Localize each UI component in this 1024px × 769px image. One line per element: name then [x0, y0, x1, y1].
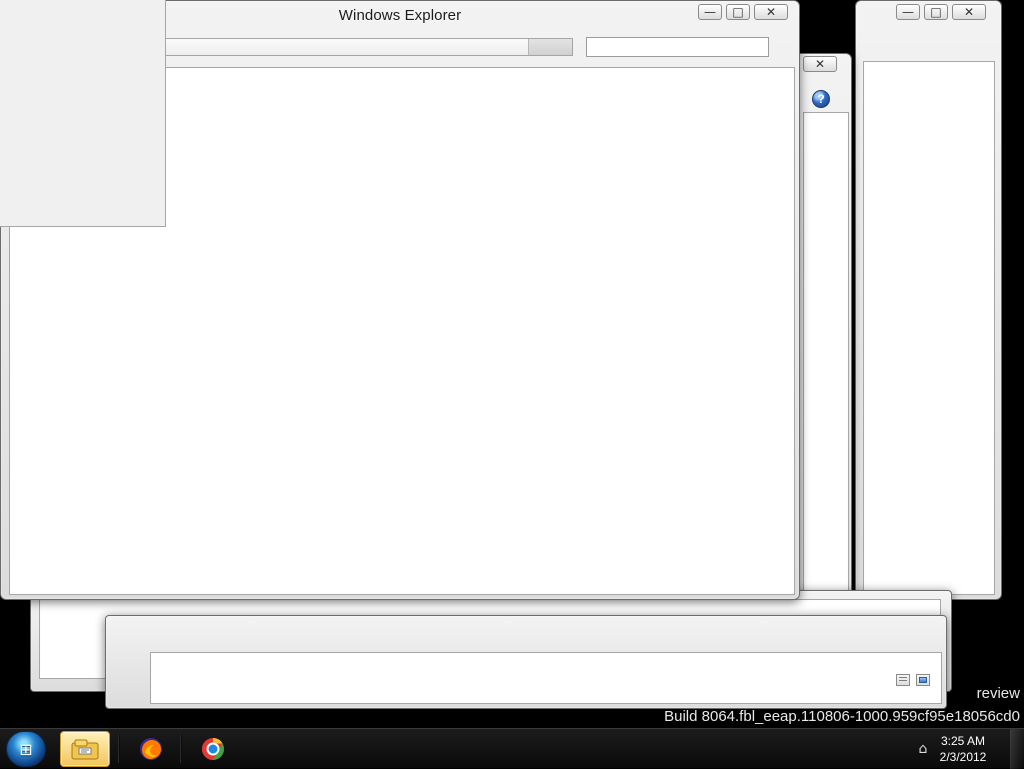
watermark-build: Build 8064.fbl_eeap.110806-1000.959cf95e… — [664, 708, 1020, 725]
minimize-button[interactable]: — — [896, 4, 920, 20]
clock-date: 2/3/2012 — [939, 750, 987, 764]
background-window-bottom-2 — [105, 615, 947, 709]
taskbar-separator — [118, 735, 119, 763]
help-icon[interactable]: ? — [812, 90, 830, 108]
system-tray: ⌂ 3:25 AM 2/3/2012 — [904, 729, 1024, 769]
close-button[interactable]: ✕ — [803, 56, 837, 72]
floating-left-panel — [0, 0, 166, 227]
taskbar-button-firefox[interactable] — [126, 731, 176, 767]
search-box[interactable] — [586, 37, 769, 57]
chrome-icon — [202, 738, 224, 760]
watermark-review: review — [976, 685, 1020, 702]
taskbar-button-chrome[interactable] — [188, 731, 238, 767]
details-view-icon[interactable] — [896, 674, 910, 686]
background-window-mid-client — [803, 112, 849, 648]
windows-start-icon[interactable]: ⊞ — [6, 731, 46, 767]
show-desktop-button[interactable] — [1010, 729, 1024, 769]
close-button[interactable]: ✕ — [952, 4, 986, 20]
preview-view-icon[interactable] — [916, 674, 930, 686]
maximize-button[interactable]: □ — [924, 4, 948, 20]
address-bar[interactable] — [161, 38, 573, 56]
taskbar-button-windows-explorer[interactable] — [60, 731, 110, 767]
maximize-button[interactable]: □ — [726, 4, 750, 20]
firefox-icon — [140, 738, 162, 760]
clock[interactable]: 3:25 AM 2/3/2012 — [928, 733, 998, 765]
close-button[interactable]: ✕ — [754, 4, 788, 20]
background-window-bottom-2-client — [150, 652, 942, 704]
windows-explorer-icon — [71, 739, 99, 760]
background-window-right: — □ ✕ — [855, 0, 1002, 600]
taskbar: ⊞ ⌂ 3:25 AM 2/3/2012 — [0, 728, 1024, 769]
minimize-button[interactable]: — — [698, 4, 722, 20]
clock-time: 3:25 AM — [940, 734, 986, 748]
background-window-right-client — [863, 61, 995, 595]
taskbar-separator — [180, 735, 181, 763]
view-mode-buttons — [896, 674, 930, 686]
